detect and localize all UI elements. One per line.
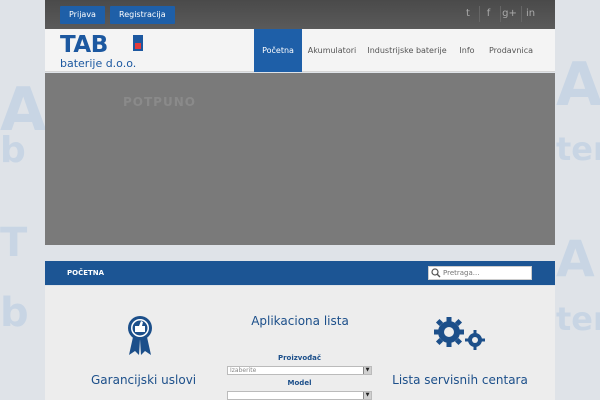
- slider-caption: POTPUNO: [123, 95, 196, 109]
- page-wrapper: Prijava Registracija t f g+ in TAB bater…: [45, 0, 555, 400]
- search-box: [428, 266, 532, 280]
- header: TAB baterije d.o.o. Početna Akumulatori …: [45, 29, 555, 72]
- warranty-ribbon-icon[interactable]: [125, 314, 155, 356]
- twitter-icon[interactable]: t: [459, 6, 477, 22]
- register-button[interactable]: Registracija: [110, 6, 175, 24]
- logo-name: TAB: [60, 32, 108, 58]
- background-watermark: A: [0, 75, 47, 145]
- app-list-title: Aplikaciona lista: [251, 314, 349, 328]
- manufacturer-select-value: Izaberite: [230, 367, 257, 374]
- chevron-down-icon: ▼: [363, 367, 371, 374]
- breadcrumb-bar: POČETNA: [45, 261, 555, 285]
- chevron-down-icon: ▼: [363, 392, 371, 399]
- content-panel: Garancijski uslovi Aplikaciona lista Pro…: [45, 286, 555, 400]
- model-select[interactable]: ▼: [227, 391, 372, 400]
- nav-item-info[interactable]: Info: [452, 29, 482, 72]
- top-bar: Prijava Registracija t f g+ in: [45, 0, 555, 29]
- manufacturer-select[interactable]: Izaberite ▼: [227, 366, 372, 375]
- linkedin-icon[interactable]: in: [521, 6, 539, 22]
- background-watermark: ter: [556, 300, 600, 338]
- nav-item-prodavnica[interactable]: Prodavnica: [484, 29, 538, 72]
- facebook-icon[interactable]: f: [479, 6, 497, 22]
- logo[interactable]: TAB baterije d.o.o.: [60, 32, 150, 70]
- breadcrumb[interactable]: POČETNA: [67, 261, 104, 285]
- service-centers-title[interactable]: Lista servisnih centara: [390, 373, 530, 387]
- manufacturer-label: Proizvođač: [277, 354, 322, 362]
- nav-item-pocetna[interactable]: Početna: [254, 29, 302, 72]
- search-input[interactable]: [443, 267, 529, 279]
- login-button[interactable]: Prijava: [60, 6, 105, 24]
- nav-item-industrijske-baterije[interactable]: Industrijske baterije: [362, 29, 452, 72]
- gears-icon[interactable]: [431, 316, 491, 352]
- background-watermark: b: [0, 290, 29, 336]
- logo-subtitle: baterije d.o.o.: [60, 57, 137, 70]
- background-watermark: A: [556, 230, 595, 288]
- search-icon[interactable]: [431, 268, 441, 278]
- google-plus-icon[interactable]: g+: [500, 6, 518, 22]
- hero-slider[interactable]: POTPUNO: [45, 73, 555, 245]
- background-watermark: T: [0, 220, 28, 266]
- background-watermark: ter: [556, 130, 600, 168]
- nav-item-akumulatori[interactable]: Akumulatori: [304, 29, 360, 72]
- model-label: Model: [287, 379, 312, 387]
- logo-flag-icon: [133, 35, 143, 51]
- background-watermark: A: [556, 50, 600, 120]
- background-watermark: b: [0, 130, 26, 171]
- warranty-title[interactable]: Garancijski uslovi: [91, 373, 196, 387]
